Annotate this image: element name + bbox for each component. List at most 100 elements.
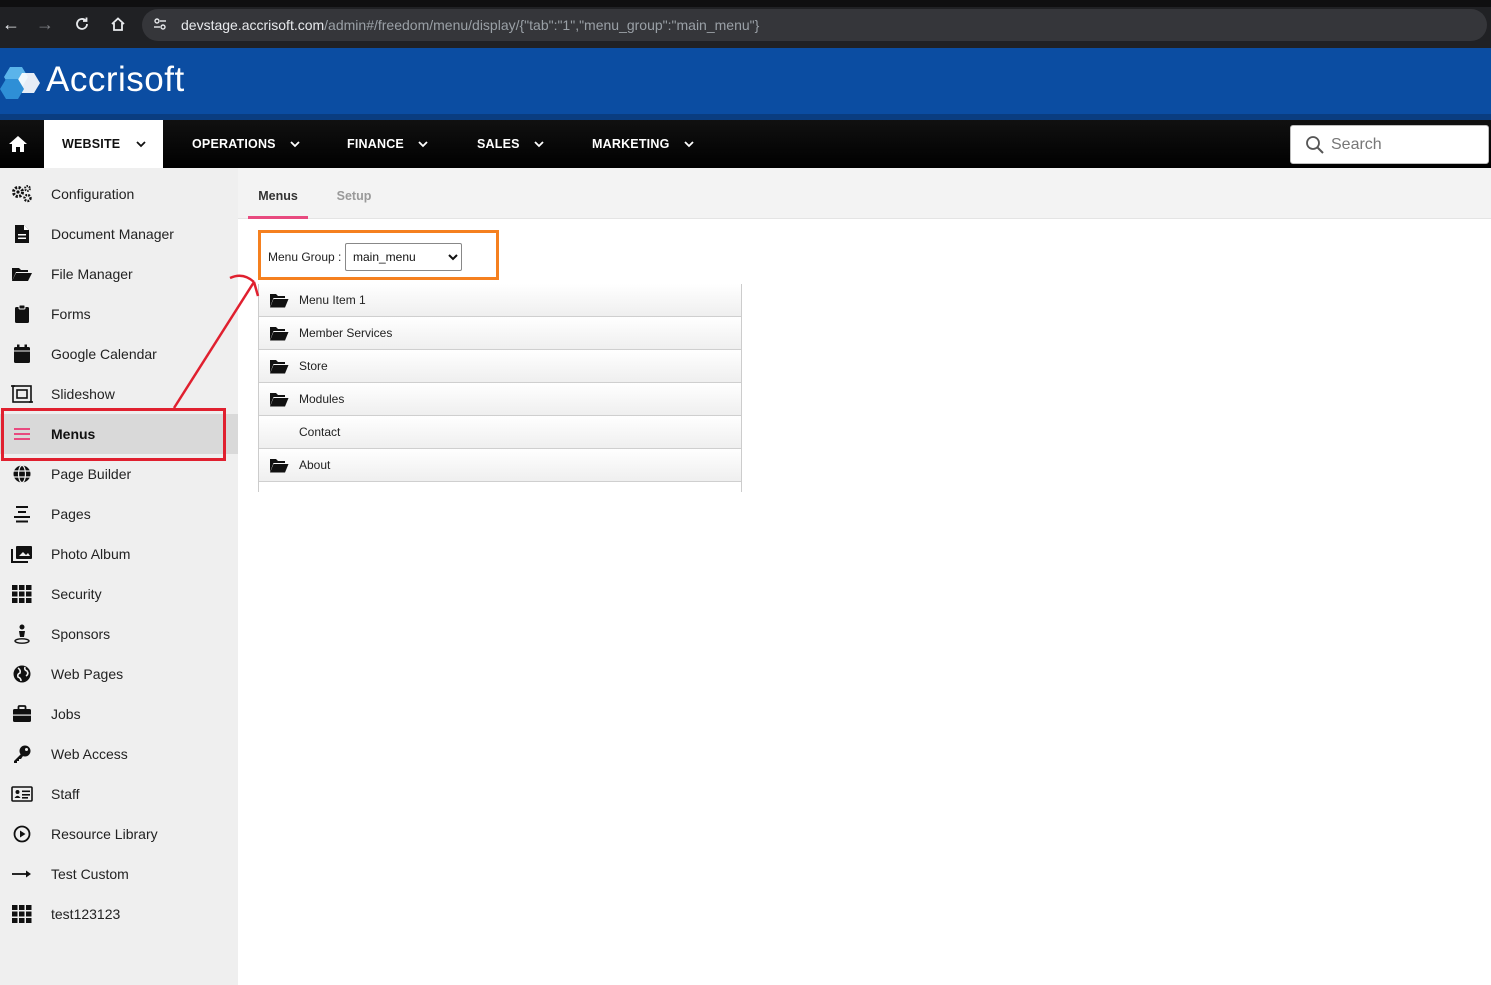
brand-header: Accrisoft: [0, 48, 1491, 120]
browser-tab-strip: [0, 0, 1491, 7]
folder-open-icon: [270, 360, 289, 374]
sidebar-item-jobs[interactable]: Jobs: [0, 694, 238, 734]
globe-solid-icon: [11, 663, 33, 685]
chevron-down-icon: [136, 141, 146, 148]
accrisoft-logo-icon[interactable]: [0, 61, 44, 101]
address-bar[interactable]: devstage.accrisoft.com/admin#/freedom/me…: [142, 9, 1487, 41]
url-host: devstage.accrisoft.com: [181, 17, 325, 33]
person-pin-icon: [11, 623, 33, 645]
tree-item-label: Member Services: [299, 326, 393, 340]
sidebar-item-file-manager[interactable]: File Manager: [0, 254, 238, 294]
tree-item[interactable]: Member Services: [259, 317, 741, 350]
sidebar-item-label: Sponsors: [51, 626, 111, 642]
tree-item-label: Menu Item 1: [299, 293, 366, 307]
menu-group-select[interactable]: main_menu: [345, 243, 462, 271]
tree-item[interactable]: Store: [259, 350, 741, 383]
chevron-down-icon: [290, 141, 300, 148]
nav-marketing-label: MARKETING: [592, 137, 670, 151]
nav-marketing[interactable]: MARKETING: [592, 120, 694, 168]
chevron-down-icon: [418, 141, 428, 148]
tab-menus[interactable]: Menus: [248, 168, 308, 219]
search-icon: [1306, 136, 1324, 154]
folder-open-icon: [270, 294, 289, 308]
sidebar-item-resource-library[interactable]: Resource Library: [0, 814, 238, 854]
search-box[interactable]: [1290, 125, 1489, 164]
grid-icon: [11, 583, 33, 605]
slideshow-icon: [11, 383, 33, 405]
folder-open-icon: [270, 459, 289, 473]
sidebar-item-label: test123123: [51, 906, 121, 922]
tree-item[interactable]: Modules: [259, 383, 741, 416]
nav-home-button[interactable]: [0, 120, 36, 168]
forward-icon[interactable]: →: [34, 13, 56, 35]
gears-icon: [11, 183, 33, 205]
align-center-icon: [11, 503, 33, 525]
home-icon[interactable]: [107, 13, 129, 35]
globe-icon: [11, 463, 33, 485]
sidebar-item-test123123[interactable]: test123123: [0, 894, 238, 934]
tab-bar: Menus Setup: [238, 168, 1491, 219]
main-nav: WEBSITE OPERATIONS FINANCE SALES MARKETI…: [0, 120, 1491, 168]
sidebar-item-test-custom[interactable]: Test Custom: [0, 854, 238, 894]
briefcase-icon: [11, 703, 33, 725]
nav-website-label: WEBSITE: [62, 137, 121, 151]
sidebar-item-web-pages[interactable]: Web Pages: [0, 654, 238, 694]
sidebar-item-security[interactable]: Security: [0, 574, 238, 614]
nav-operations[interactable]: OPERATIONS: [192, 120, 300, 168]
sidebar-item-configuration[interactable]: Configuration: [0, 174, 238, 214]
nav-sales-label: SALES: [477, 137, 520, 151]
folder-open-icon: [270, 327, 289, 341]
nav-sales[interactable]: SALES: [477, 120, 544, 168]
sidebar-item-label: Google Calendar: [51, 346, 157, 362]
sidebar: Configuration Document Manager File Mana…: [0, 168, 238, 985]
sidebar-item-label: Security: [51, 586, 102, 602]
sidebar-item-web-access[interactable]: Web Access: [0, 734, 238, 774]
key-icon: [11, 743, 33, 765]
tab-menus-label: Menus: [258, 189, 298, 203]
sidebar-item-label: Configuration: [51, 186, 135, 202]
menu-group-label: Menu Group :: [268, 250, 342, 264]
nav-finance[interactable]: FINANCE: [347, 120, 428, 168]
sidebar-item-forms[interactable]: Forms: [0, 294, 238, 334]
tree-item-label: Store: [299, 359, 328, 373]
sidebar-item-label: File Manager: [51, 266, 133, 282]
menu-group-selector: Menu Group : main_menu: [258, 230, 499, 280]
photo-album-icon: [11, 543, 33, 565]
sidebar-item-label: Staff: [51, 786, 80, 802]
chevron-down-icon: [683, 141, 694, 148]
sidebar-item-document-manager[interactable]: Document Manager: [0, 214, 238, 254]
sidebar-item-google-calendar[interactable]: Google Calendar: [0, 334, 238, 374]
grid-icon: [11, 903, 33, 925]
sidebar-item-pages[interactable]: Pages: [0, 494, 238, 534]
sidebar-item-label: Pages: [51, 506, 91, 522]
document-icon: [11, 223, 33, 245]
clipboard-icon: [11, 303, 33, 325]
nav-website[interactable]: WEBSITE: [44, 120, 163, 168]
tree-item[interactable]: About: [259, 449, 741, 482]
sidebar-item-photo-album[interactable]: Photo Album: [0, 534, 238, 574]
nav-operations-label: OPERATIONS: [192, 137, 276, 151]
sidebar-item-label: Page Builder: [51, 466, 132, 482]
tree-item[interactable]: Menu Item 1: [259, 284, 741, 317]
id-card-icon: [11, 783, 33, 805]
tab-setup[interactable]: Setup: [324, 168, 384, 219]
brand-name[interactable]: Accrisoft: [46, 60, 185, 100]
tree-item[interactable]: Contact: [259, 416, 741, 449]
sidebar-item-label: Resource Library: [51, 826, 158, 842]
sidebar-item-label: Web Access: [51, 746, 128, 762]
tree-item-label: Modules: [299, 392, 345, 406]
site-settings-icon[interactable]: [152, 17, 168, 33]
annotation-highlight-box: [1, 408, 226, 461]
search-input[interactable]: [1331, 134, 1481, 156]
sidebar-item-staff[interactable]: Staff: [0, 774, 238, 814]
back-icon[interactable]: ←: [0, 13, 22, 35]
reload-icon[interactable]: [71, 13, 93, 35]
home-icon: [9, 136, 27, 152]
browser-toolbar: ← → devstage.accrisoft.com/admin#/freedo…: [0, 0, 1491, 48]
sidebar-item-sponsors[interactable]: Sponsors: [0, 614, 238, 654]
url-text: devstage.accrisoft.com/admin#/freedom/me…: [181, 17, 759, 33]
sidebar-item-label: Document Manager: [51, 226, 174, 242]
sidebar-item-label: Test Custom: [51, 866, 129, 882]
sidebar-item-label: Photo Album: [51, 546, 131, 562]
nav-finance-label: FINANCE: [347, 137, 404, 151]
